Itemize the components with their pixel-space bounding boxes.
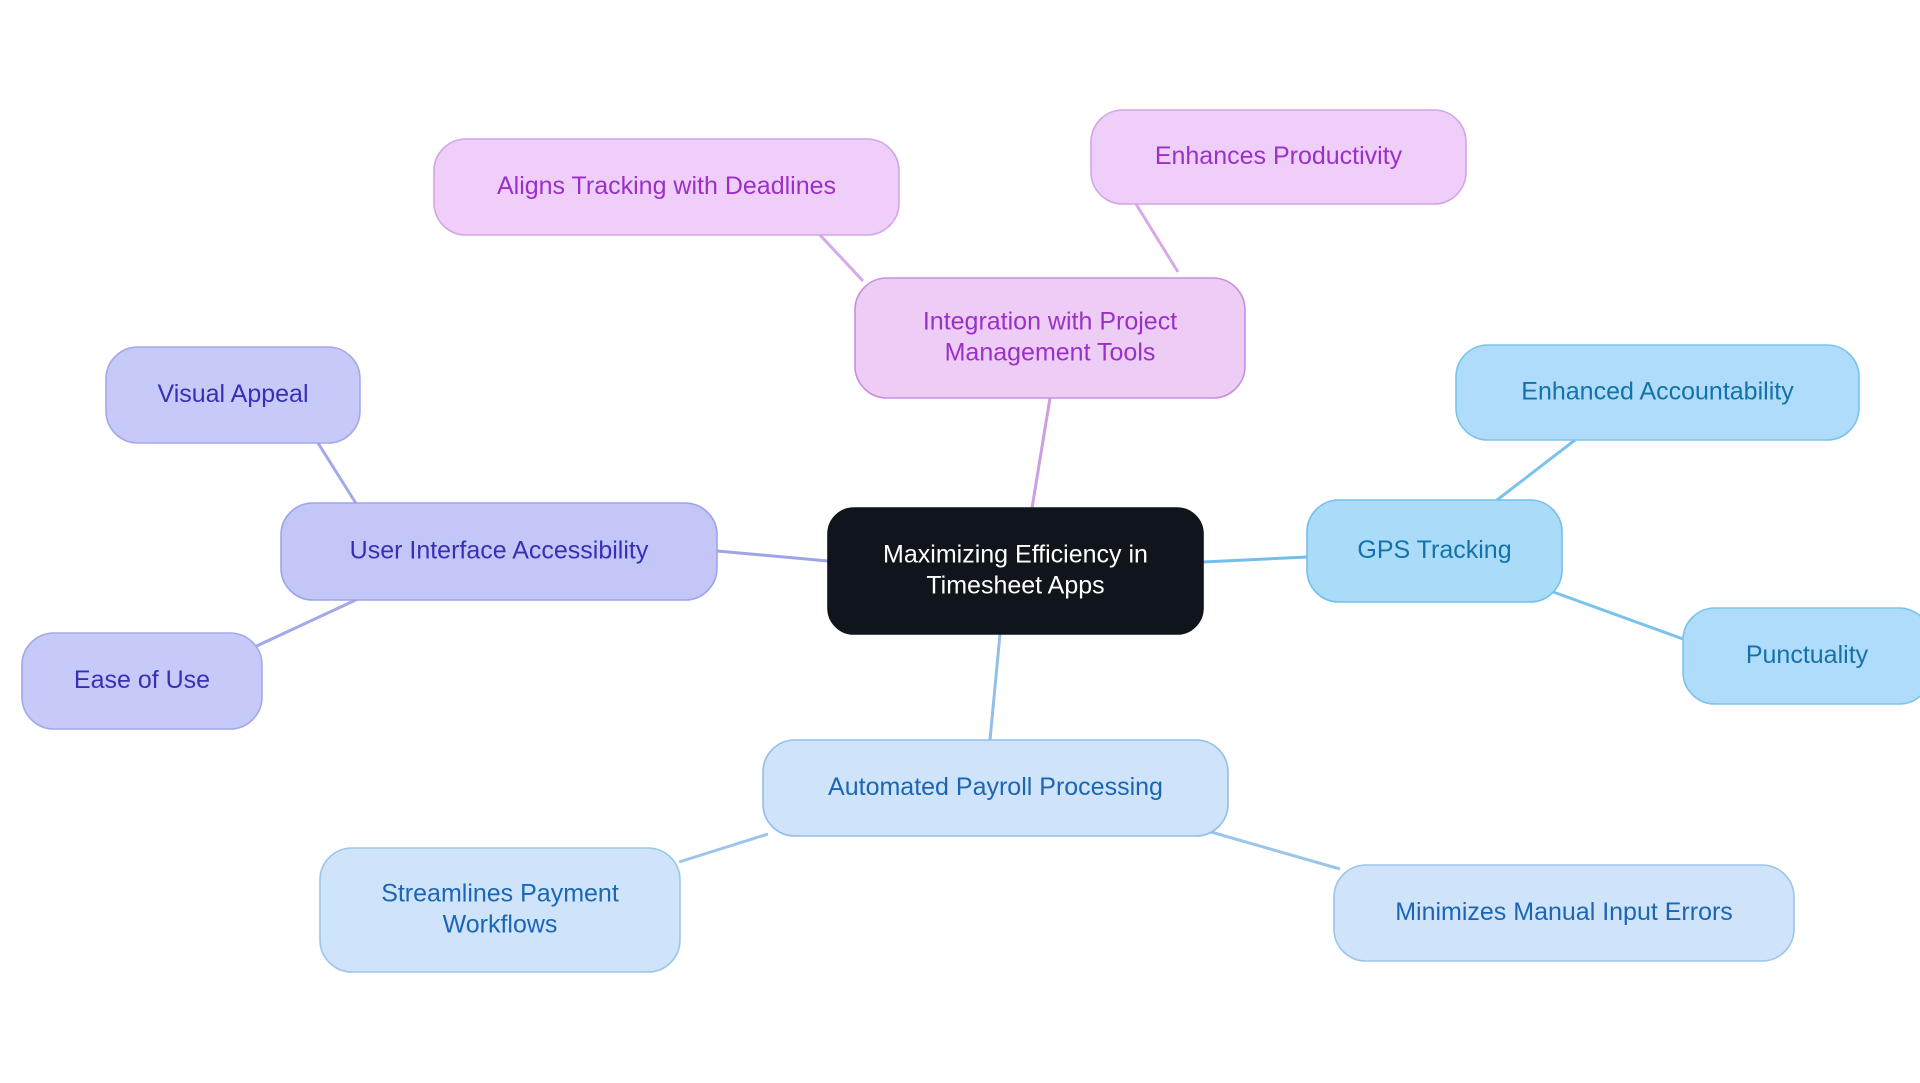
node-aligns-tracking-with-deadlines[interactable]: Aligns Tracking with Deadlines (433, 138, 900, 236)
node-label-automated-payroll-processing: Automated Payroll Processing (828, 773, 1163, 801)
node-visual-appeal[interactable]: Visual Appeal (105, 346, 361, 444)
connector-automated-payroll-processing-to-minimizes-manual-input-errors (1210, 830, 1341, 871)
node-minimizes-manual-input-errors[interactable]: Minimizes Manual Input Errors (1333, 864, 1795, 962)
mind-map-diagram: Aligns Tracking with Deadlines Enhances P… (21, 109, 1920, 973)
nodes-layer: Aligns Tracking with Deadlines Enhances P… (21, 109, 1920, 973)
node-root[interactable]: Maximizing Efficiency in Timesheet Apps (827, 507, 1204, 635)
node-label-user-interface-accessibility: User Interface Accessibility (350, 536, 649, 564)
node-label-visual-appeal: Visual Appeal (157, 380, 308, 408)
node-enhanced-accountability[interactable]: Enhanced Accountability (1455, 344, 1860, 441)
node-punctuality[interactable]: Punctuality (1682, 607, 1920, 705)
connector-gps-tracking-to-enhanced-accountability (1496, 438, 1576, 502)
connector-automated-payroll-processing-to-streamlines-payment-workflows (678, 832, 769, 864)
node-label-minimizes-manual-input-errors: Minimizes Manual Input Errors (1395, 898, 1733, 926)
connector-integration-with-project-management-tools-to-enhances-productivity (1134, 203, 1180, 273)
connector-root-to-integration-with-project-management-tools (1030, 397, 1052, 509)
node-user-interface-accessibility[interactable]: User Interface Accessibility (280, 502, 718, 601)
node-automated-payroll-processing[interactable]: Automated Payroll Processing (762, 739, 1229, 837)
connector-user-interface-accessibility-to-visual-appeal (316, 442, 359, 506)
node-enhances-productivity[interactable]: Enhances Productivity (1090, 109, 1467, 205)
connector-user-interface-accessibility-to-ease-of-use (247, 596, 361, 652)
node-label-ease-of-use: Ease of Use (74, 666, 210, 694)
node-streamlines-payment-workflows[interactable]: Streamlines Payment Workflows (319, 847, 681, 973)
node-label-enhances-productivity: Enhances Productivity (1155, 142, 1403, 170)
node-label-gps-tracking: GPS Tracking (1357, 536, 1511, 564)
node-integration-with-project-management-tools[interactable]: Integration with Project Management Tools (854, 277, 1246, 399)
node-gps-tracking[interactable]: GPS Tracking (1306, 499, 1563, 603)
node-label-enhanced-accountability: Enhanced Accountability (1521, 377, 1794, 405)
node-label-punctuality: Punctuality (1746, 641, 1869, 669)
connector-root-to-automated-payroll-processing (988, 633, 1002, 741)
connector-root-to-user-interface-accessibility (716, 549, 829, 563)
node-ease-of-use[interactable]: Ease of Use (21, 632, 263, 730)
node-label-aligns-tracking-with-deadlines: Aligns Tracking with Deadlines (497, 172, 836, 200)
mind-map-canvas: Aligns Tracking with Deadlines Enhances P… (0, 0, 1920, 1083)
connector-gps-tracking-to-punctuality (1544, 587, 1684, 641)
connector-root-to-gps-tracking (1202, 555, 1308, 564)
connector-integration-with-project-management-tools-to-aligns-tracking-with-deadlines (818, 233, 865, 283)
